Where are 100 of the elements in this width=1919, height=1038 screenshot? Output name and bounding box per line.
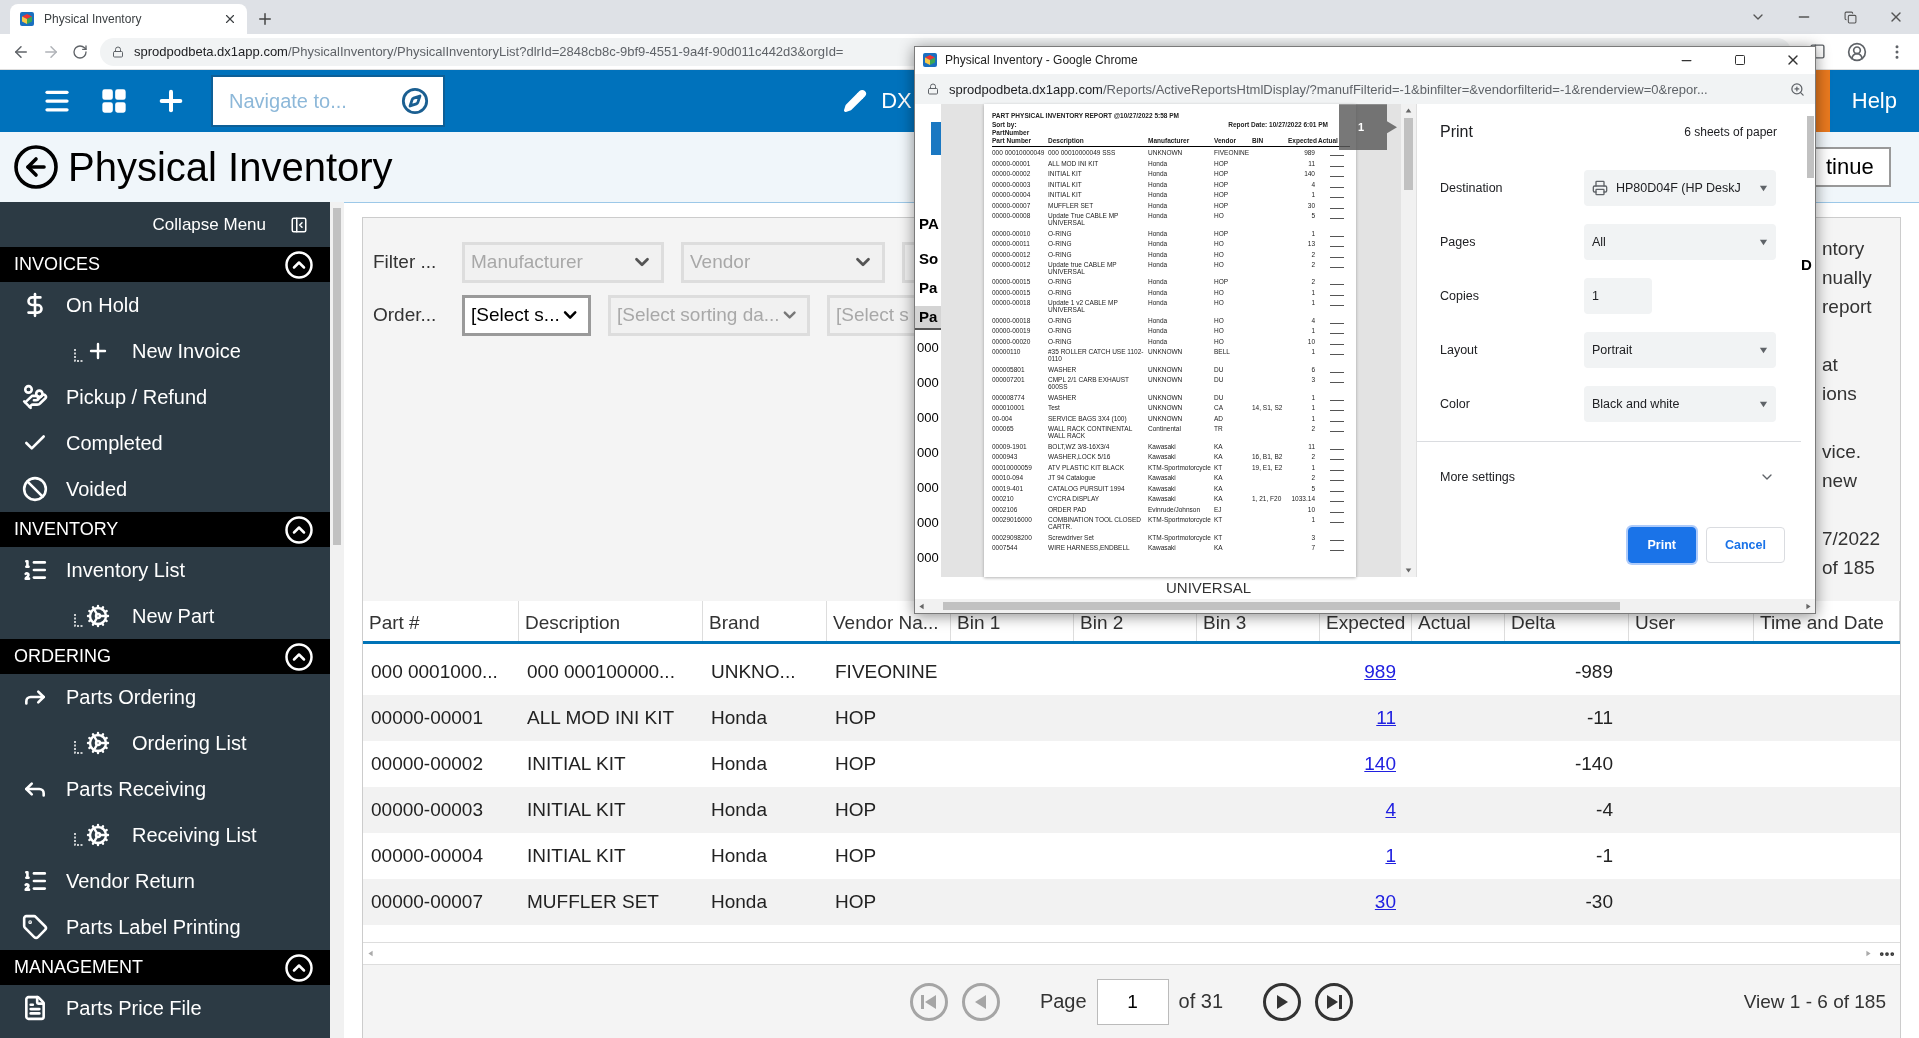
page-title: Physical Inventory (68, 144, 393, 190)
copies-field[interactable]: 1 (1584, 278, 1652, 315)
maximize-icon[interactable] (1733, 54, 1746, 67)
menu-item[interactable]: Inventory List (0, 547, 330, 593)
page-text: 000 (916, 409, 939, 428)
table-cell-text: HOP (834, 844, 878, 868)
option-select[interactable]: Portrait (1584, 332, 1776, 369)
menu-item[interactable]: Ordering List (0, 720, 330, 766)
next-page-button[interactable] (1263, 982, 1302, 1021)
field-label: Layout (1440, 343, 1479, 358)
new-tab-icon[interactable] (256, 10, 274, 28)
sheet-count: 6 sheets of paper (1684, 125, 1777, 140)
user-menu[interactable]: DX (881, 88, 912, 114)
destination-select[interactable]: HP80D04F (HP DeskJ (1584, 170, 1776, 207)
section-header[interactable]: INVOICES (0, 247, 330, 282)
help-link[interactable]: Help (1851, 88, 1897, 114)
page-input[interactable]: 1 (1096, 978, 1169, 1025)
menu-item[interactable]: On Hold (0, 282, 330, 328)
tree-connector-icon (74, 741, 84, 755)
column-header[interactable]: Description (519, 601, 703, 641)
more-settings-toggle[interactable]: More settings (1417, 460, 1801, 495)
compass-icon[interactable] (401, 87, 429, 115)
table-cell-text: Honda (710, 706, 768, 730)
order-label: Order... (373, 304, 438, 326)
info-text: vice. (1822, 440, 1863, 464)
menu-item[interactable]: New Part (0, 593, 330, 639)
collapse-chevron-icon[interactable] (284, 952, 314, 983)
expected-link[interactable]: 11 (1376, 707, 1396, 729)
info-text: ions (1822, 382, 1858, 406)
option-select[interactable]: All (1584, 224, 1776, 261)
expected-link[interactable]: 989 (1364, 661, 1396, 683)
table-cell-text: INITIAL KIT (526, 798, 627, 822)
field-label: Pages (1440, 235, 1477, 250)
header-text: Pa (915, 306, 941, 331)
expected-link[interactable]: 1 (1385, 845, 1396, 867)
print-button[interactable]: Print (1627, 527, 1696, 564)
table-cell-text: Honda (710, 752, 768, 776)
print-title: Print (1440, 123, 1473, 142)
skip-first-icon (919, 993, 938, 1010)
section-header[interactable]: MANAGEMENT (0, 950, 330, 985)
cancel-button[interactable]: Cancel (1706, 527, 1785, 564)
close-icon[interactable] (223, 12, 237, 26)
collapse-chevron-icon[interactable] (284, 514, 314, 545)
menu-item[interactable]: Voided (0, 466, 330, 512)
page-text: 000 (916, 374, 939, 393)
reload-icon[interactable] (72, 43, 88, 60)
collapse-chevron-icon[interactable] (284, 249, 314, 280)
sort-select[interactable]: [Select s... (462, 294, 591, 336)
table-cell-text: -989 (1573, 660, 1614, 684)
scrollbar-thumb[interactable] (943, 602, 1620, 611)
scrollbar-thumb[interactable] (333, 208, 341, 545)
menu-item[interactable]: New Invoice (0, 328, 330, 374)
pencil-icon[interactable] (843, 89, 868, 113)
scroll-right-icon (1805, 602, 1812, 610)
zoom-icon[interactable] (1790, 81, 1805, 97)
profile-icon[interactable] (1847, 41, 1867, 62)
info-text: of 185 (1822, 556, 1876, 580)
table-cell-text: Honda (710, 890, 768, 914)
expected-link[interactable]: 4 (1385, 799, 1396, 821)
table-cell-text: MUFFLER SET (526, 890, 660, 914)
column-header[interactable]: Brand (703, 601, 827, 641)
browser-tab[interactable]: Physical Inventory (10, 4, 247, 34)
table-cell-text: ALL MOD INI KIT (526, 706, 676, 730)
restore-icon[interactable] (1843, 10, 1857, 24)
scrollbar-thumb[interactable] (1807, 116, 1814, 179)
address-text: sprodpodbeta.dx1app.com/Reports/ActiveReportsHtmlDisplay/?manufFilterid=-1&binfilter=&vendorfilterid=-1&renderview=0&repor... (949, 81, 1709, 97)
gear-icon (86, 823, 110, 847)
table-cell-text: HOP (834, 706, 878, 730)
table-cell-text: INITIAL KIT (526, 844, 627, 868)
section-header[interactable]: INVENTORY (0, 512, 330, 547)
menu-item[interactable]: Receiving List (0, 812, 330, 858)
section-header[interactable]: ORDERING (0, 639, 330, 674)
info-text: at (1822, 353, 1839, 377)
table-cell-text: 00000-00003 (370, 798, 484, 822)
last-page-button[interactable] (1315, 982, 1354, 1021)
scroll-left-icon (367, 950, 374, 957)
collapse-icon[interactable] (290, 215, 308, 234)
skip-last-icon (1325, 993, 1344, 1010)
menu-item[interactable]: Parts Receiving (0, 766, 330, 812)
collapse-menu-link[interactable]: Collapse Menu (152, 214, 266, 235)
menu-item[interactable]: Vendor Return (0, 858, 330, 904)
tree-connector-icon (74, 614, 84, 628)
scrollbar-thumb[interactable] (1404, 118, 1413, 191)
expected-link[interactable]: 140 (1364, 753, 1396, 775)
menu-item[interactable]: Pickup / Refund (0, 374, 330, 420)
option-select[interactable]: Black and white (1584, 386, 1776, 423)
menu-item[interactable]: Parts Ordering (0, 674, 330, 720)
expected-link[interactable]: 30 (1374, 891, 1396, 913)
lock-icon (927, 83, 939, 96)
grid-icon[interactable] (99, 87, 128, 115)
menu-item[interactable]: Completed (0, 420, 330, 466)
column-header[interactable]: Part # (363, 601, 519, 641)
tree-connector-icon (74, 349, 84, 363)
menu-item[interactable]: Parts Price File (0, 985, 330, 1031)
back-button[interactable] (12, 143, 60, 191)
collapse-chevron-icon[interactable] (284, 641, 314, 672)
page-number-badge: 1 (1339, 104, 1397, 151)
caret-icon (1759, 237, 1768, 247)
field-label: Color (1440, 397, 1471, 412)
menu-item[interactable]: Parts Label Printing (0, 904, 330, 950)
